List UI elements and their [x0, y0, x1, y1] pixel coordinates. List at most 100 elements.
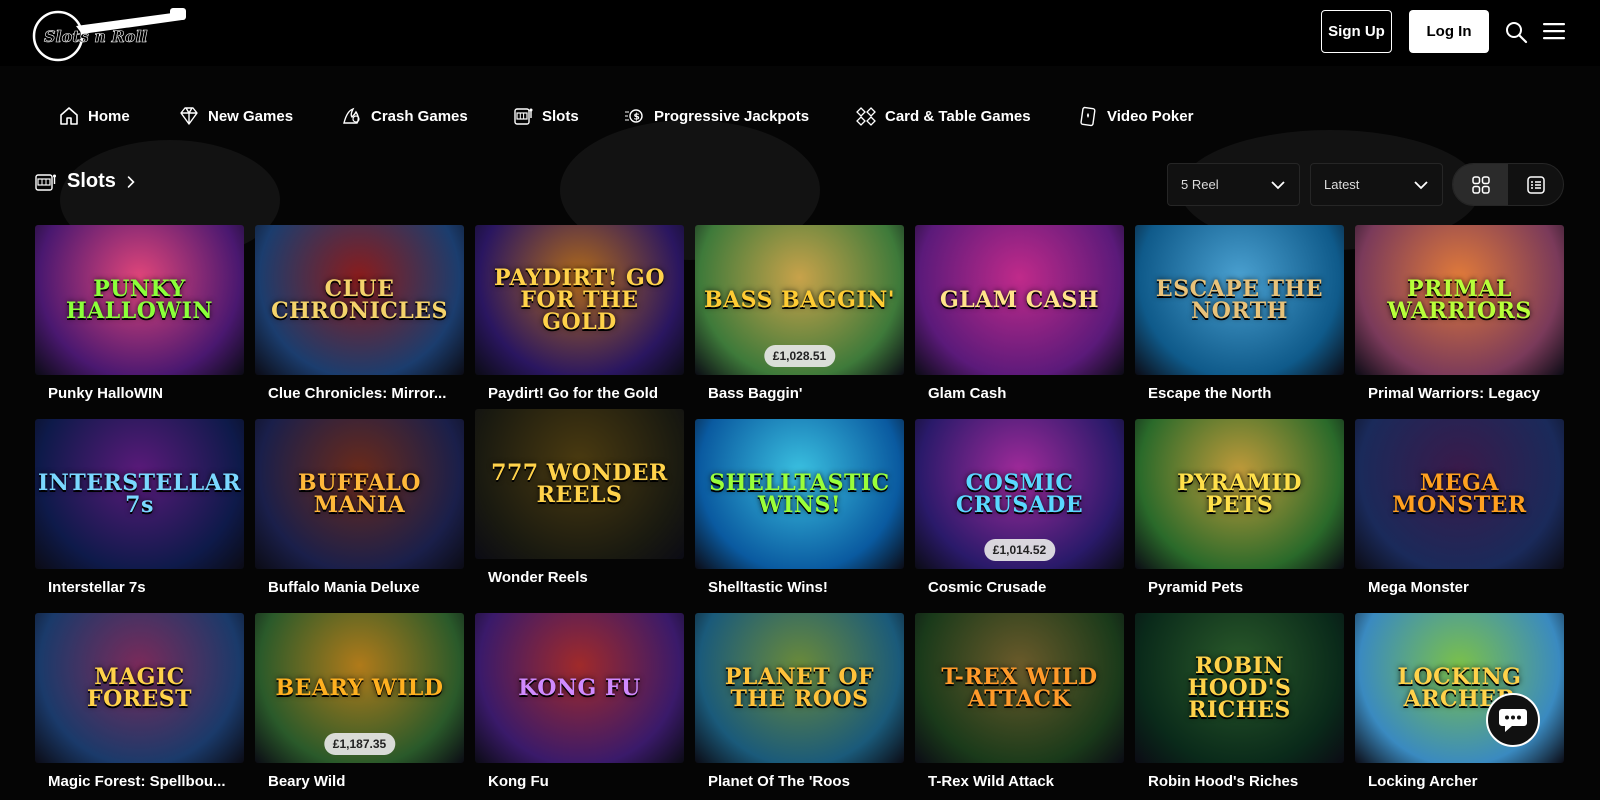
- game-card[interactable]: GLAM CASH Glam Cash: [915, 225, 1124, 402]
- game-title[interactable]: Escape the North: [1135, 385, 1344, 402]
- game-card[interactable]: PAYDIRT! GO FOR THE GOLD Paydirt! Go for …: [475, 225, 684, 402]
- game-title[interactable]: Paydirt! Go for the Gold: [475, 385, 684, 402]
- game-title[interactable]: Planet Of The 'Roos: [695, 773, 904, 790]
- game-title[interactable]: Mega Monster: [1355, 579, 1564, 596]
- game-card[interactable]: PUNKY HALLOWIN Punky HalloWIN: [35, 225, 244, 402]
- nav-item-video-poker[interactable]: Video Poker: [1077, 103, 1193, 129]
- log-in-button[interactable]: Log In: [1409, 10, 1489, 53]
- game-thumbnail[interactable]: CLUE CHRONICLES: [255, 225, 464, 375]
- live-chat-button[interactable]: [1486, 693, 1540, 747]
- game-card[interactable]: PLANET OF THE ROOS Planet Of The 'Roos: [695, 613, 904, 790]
- game-logo-text: BEARY WILD: [275, 675, 444, 701]
- nav-item-progressive-jackpots[interactable]: $ Progressive Jackpots: [624, 103, 809, 129]
- game-thumbnail[interactable]: PLANET OF THE ROOS: [695, 613, 904, 763]
- game-thumbnail[interactable]: MAGIC FOREST: [35, 613, 244, 763]
- grid-view-button[interactable]: [1453, 164, 1508, 205]
- game-card[interactable]: SHELLTASTIC WINS! Shelltastic Wins!: [695, 419, 904, 596]
- game-thumbnail[interactable]: BASS BAGGIN' £1,028.51: [695, 225, 904, 375]
- nav-item-new-games[interactable]: New Games: [178, 103, 293, 129]
- nav-item-slots[interactable]: Slots: [512, 103, 579, 129]
- game-card[interactable]: BUFFALO MANIA Buffalo Mania Deluxe: [255, 419, 464, 596]
- game-thumbnail[interactable]: INTERSTELLAR 7s: [35, 419, 244, 569]
- game-card[interactable]: ESCAPE THE NORTH Escape the North: [1135, 225, 1344, 402]
- section-heading-slots[interactable]: Slots: [35, 170, 136, 193]
- game-thumbnail[interactable]: ESCAPE THE NORTH: [1135, 225, 1344, 375]
- slot-machine-icon: [514, 108, 533, 125]
- game-thumbnail[interactable]: PYRAMID PETS: [1135, 419, 1344, 569]
- game-card[interactable]: PRIMAL WARRIORS Primal Warriors: Legacy: [1355, 225, 1564, 402]
- game-title[interactable]: Pyramid Pets: [1135, 579, 1344, 596]
- game-thumbnail[interactable]: 777 WONDER REELS: [475, 409, 684, 559]
- game-title[interactable]: Punky HalloWIN: [35, 385, 244, 402]
- game-title[interactable]: Cosmic Crusade: [915, 579, 1124, 596]
- game-thumbnail[interactable]: PAYDIRT! GO FOR THE GOLD: [475, 225, 684, 375]
- game-logo-text: GLAM CASH: [939, 287, 1100, 313]
- game-card[interactable]: KONG FU Kong Fu: [475, 613, 684, 790]
- game-thumbnail[interactable]: MEGA MONSTER: [1355, 419, 1564, 569]
- game-title[interactable]: T-Rex Wild Attack: [915, 773, 1124, 790]
- game-thumbnail[interactable]: GLAM CASH: [915, 225, 1124, 375]
- brand-logo[interactable]: Slots n Roll: [30, 4, 190, 62]
- cards-icon: [856, 107, 876, 126]
- hamburger-menu-icon[interactable]: [1543, 21, 1565, 41]
- game-title[interactable]: Shelltastic Wins!: [695, 579, 904, 596]
- nav-label: Slots: [542, 107, 579, 125]
- game-logo-text: MAGIC FOREST: [86, 664, 193, 712]
- game-title[interactable]: Buffalo Mania Deluxe: [255, 579, 464, 596]
- chat-icon: [1499, 709, 1527, 732]
- game-card[interactable]: CLUE CHRONICLES Clue Chronicles: Mirror..…: [255, 225, 464, 402]
- sort-select[interactable]: Latest: [1310, 163, 1443, 206]
- game-title[interactable]: Magic Forest: Spellbou...: [35, 773, 244, 790]
- game-logo-text: INTERSTELLAR 7s: [37, 470, 242, 518]
- game-card[interactable]: BEARY WILD £1,187.35 Beary Wild: [255, 613, 464, 790]
- game-thumbnail[interactable]: BEARY WILD £1,187.35: [255, 613, 464, 763]
- game-thumbnail[interactable]: PRIMAL WARRIORS: [1355, 225, 1564, 375]
- game-title[interactable]: Primal Warriors: Legacy: [1355, 385, 1564, 402]
- game-title[interactable]: Bass Baggin': [695, 385, 904, 402]
- nav-item-home[interactable]: Home: [58, 103, 130, 129]
- game-card[interactable]: 777 WONDER REELS Wonder Reels: [475, 409, 684, 586]
- slot-machine-icon: [35, 173, 56, 191]
- game-logo-text: COSMIC CRUSADE: [955, 470, 1084, 518]
- game-thumbnail[interactable]: LOCKING ARCHER: [1355, 613, 1564, 763]
- game-logo-text: ESCAPE THE NORTH: [1155, 276, 1324, 324]
- nav-item-card-table-games[interactable]: Card & Table Games: [855, 103, 1031, 129]
- game-title[interactable]: Robin Hood's Riches: [1135, 773, 1344, 790]
- search-icon[interactable]: [1504, 20, 1528, 44]
- nav-label: Progressive Jackpots: [654, 107, 810, 125]
- game-title[interactable]: Locking Archer: [1355, 773, 1564, 790]
- game-title[interactable]: Kong Fu: [475, 773, 684, 790]
- svg-text:$: $: [634, 113, 640, 123]
- game-thumbnail[interactable]: SHELLTASTIC WINS!: [695, 419, 904, 569]
- game-title[interactable]: Clue Chronicles: Mirror...: [255, 385, 464, 402]
- list-view-button[interactable]: [1508, 164, 1563, 205]
- sign-up-button[interactable]: Sign Up: [1321, 10, 1392, 53]
- game-card[interactable]: PYRAMID PETS Pyramid Pets: [1135, 419, 1344, 596]
- game-thumbnail[interactable]: COSMIC CRUSADE £1,014.52: [915, 419, 1124, 569]
- game-logo-text: BASS BAGGIN': [704, 287, 895, 313]
- home-icon: [60, 107, 78, 125]
- game-title[interactable]: Wonder Reels: [475, 569, 684, 586]
- game-card[interactable]: COSMIC CRUSADE £1,014.52 Cosmic Crusade: [915, 419, 1124, 596]
- game-thumbnail[interactable]: ROBIN HOOD'S RICHES: [1135, 613, 1344, 763]
- game-card[interactable]: T-REX WILD ATTACK T-Rex Wild Attack: [915, 613, 1124, 790]
- reel-filter-value: 5 Reel: [1181, 177, 1219, 192]
- game-thumbnail[interactable]: PUNKY HALLOWIN: [35, 225, 244, 375]
- game-thumbnail[interactable]: BUFFALO MANIA: [255, 419, 464, 569]
- game-card[interactable]: MAGIC FOREST Magic Forest: Spellbou...: [35, 613, 244, 790]
- chevron-down-icon: [1271, 180, 1285, 189]
- nav-label: Home: [88, 107, 130, 125]
- game-title[interactable]: Interstellar 7s: [35, 579, 244, 596]
- game-title[interactable]: Beary Wild: [255, 773, 464, 790]
- game-card[interactable]: MEGA MONSTER Mega Monster: [1355, 419, 1564, 596]
- nav-item-crash-games[interactable]: Crash Games: [341, 103, 468, 129]
- game-thumbnail[interactable]: T-REX WILD ATTACK: [915, 613, 1124, 763]
- game-card[interactable]: ROBIN HOOD'S RICHES Robin Hood's Riches: [1135, 613, 1344, 790]
- site-header: Slots n Roll Sign Up Log In: [0, 0, 1600, 66]
- game-title[interactable]: Glam Cash: [915, 385, 1124, 402]
- game-thumbnail[interactable]: KONG FU: [475, 613, 684, 763]
- game-logo-text: T-REX WILD ATTACK: [941, 664, 1098, 712]
- reel-filter-select[interactable]: 5 Reel: [1167, 163, 1300, 206]
- game-card[interactable]: BASS BAGGIN' £1,028.51 Bass Baggin': [695, 225, 904, 402]
- game-card[interactable]: INTERSTELLAR 7s Interstellar 7s: [35, 419, 244, 596]
